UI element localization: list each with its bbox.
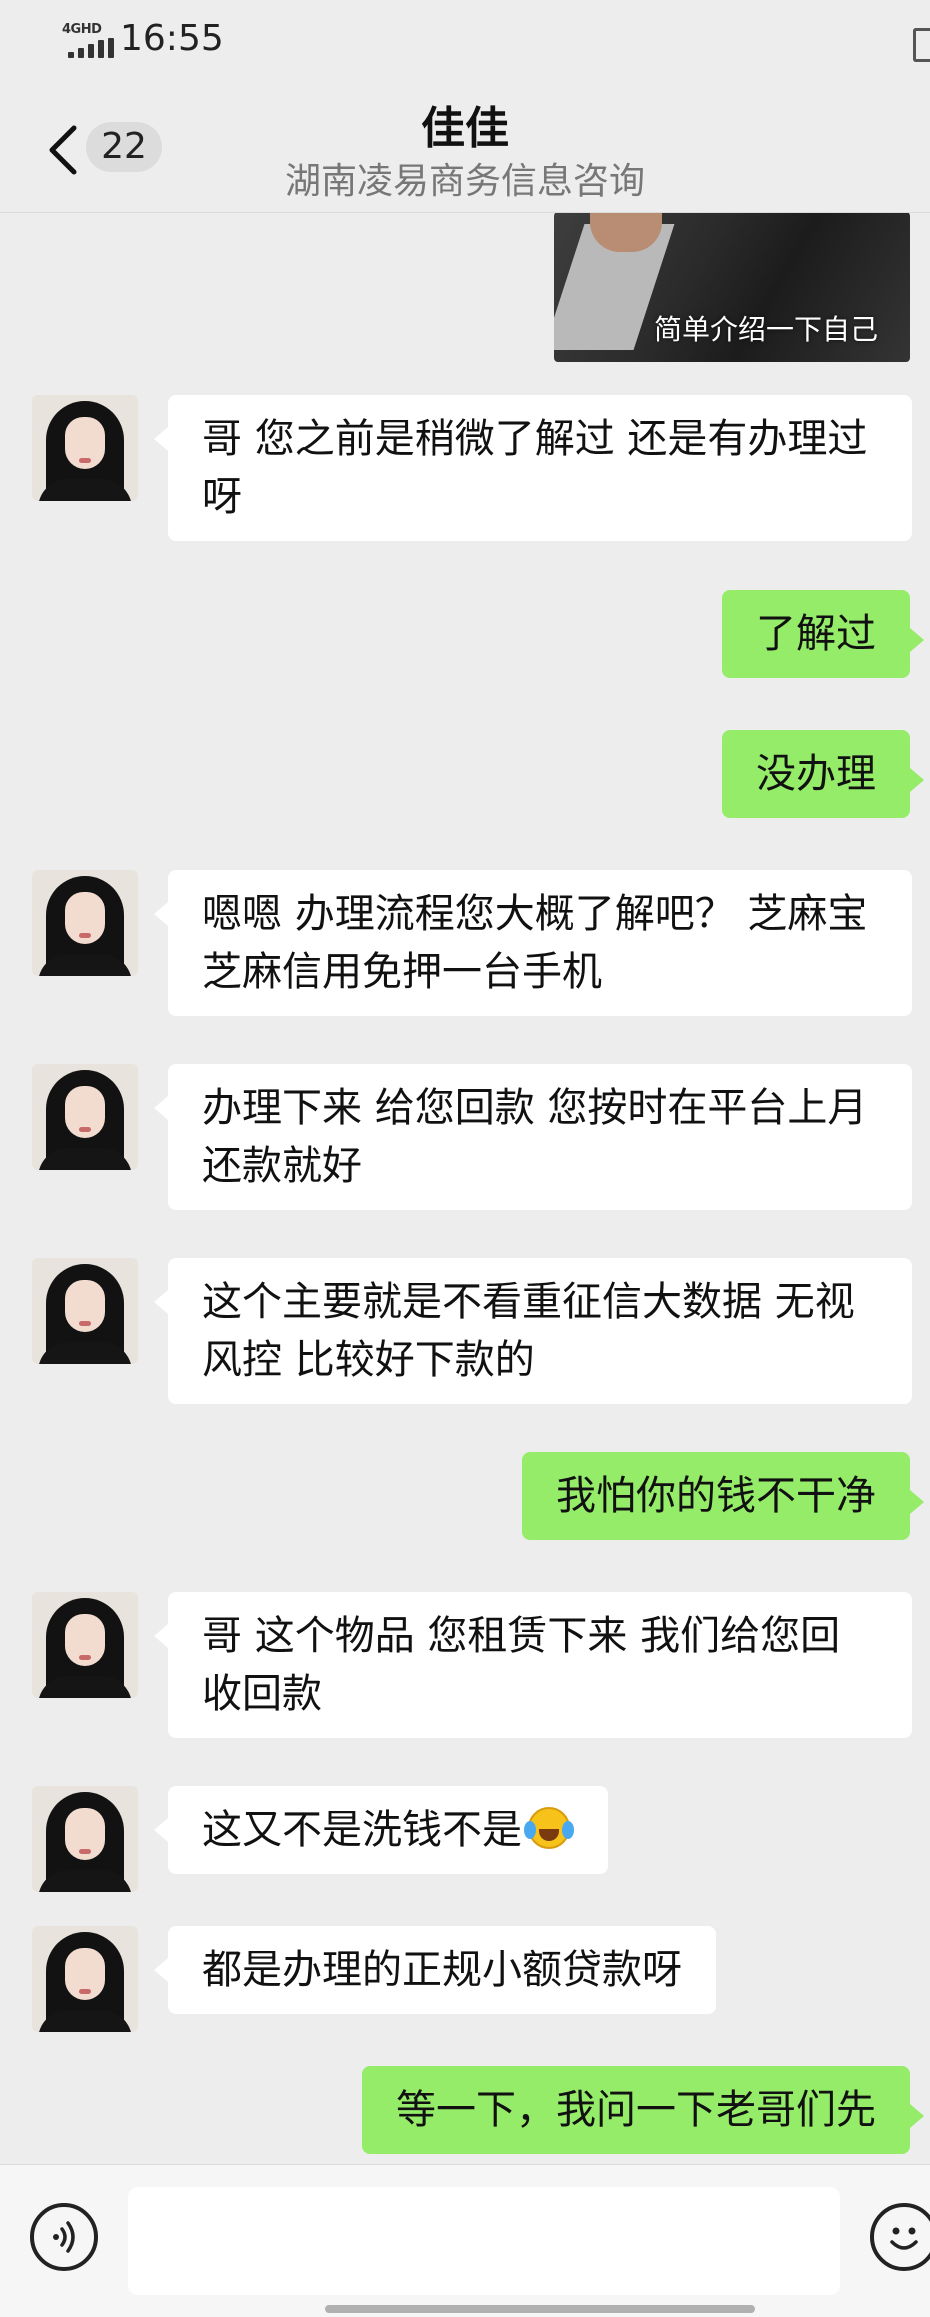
status-bar: 4GHD 16:55 — [0, 0, 930, 80]
avatar[interactable] — [32, 870, 138, 976]
network-type: 4GHD — [62, 22, 102, 37]
avatar[interactable] — [32, 1926, 138, 2032]
contact-name: 佳佳 — [421, 103, 509, 154]
outgoing-message[interactable]: 等一下，我问一下老哥们先 — [362, 2066, 924, 2154]
message-list[interactable]: 简单介绍一下自己 哥 您之前是稍微了解过 还是有办理过呀 了解过 没办理 嗯嗯 … — [0, 212, 930, 2164]
contact-company: 湖南凌易商务信息咨询 — [284, 161, 645, 202]
incoming-message[interactable]: 这又不是洗钱不是 — [154, 1786, 608, 1874]
avatar[interactable] — [32, 395, 138, 501]
message-input[interactable] — [128, 2187, 840, 2295]
incoming-message[interactable]: 都是办理的正规小额贷款呀 — [154, 1926, 716, 2014]
incoming-message[interactable]: 哥 您之前是稍微了解过 还是有办理过呀 — [154, 395, 912, 541]
tears-of-joy-emoji-icon — [524, 1805, 574, 1851]
chat-header: 22 佳佳 湖南凌易商务信息咨询 — [0, 80, 930, 213]
photo-caption: 简单介绍一下自己 — [653, 313, 878, 346]
vibrate-icon — [913, 28, 930, 62]
incoming-message[interactable]: 哥 这个物品 您租赁下来 我们给您回收回款 — [154, 1592, 912, 1738]
incoming-message[interactable]: 办理下来 给您回款 您按时在平台上月还款就好 — [154, 1064, 912, 1210]
home-indicator[interactable] — [325, 2305, 755, 2313]
status-time: 16:55 — [120, 18, 224, 59]
avatar[interactable] — [32, 1592, 138, 1698]
outgoing-message[interactable]: 我怕你的钱不干净 — [522, 1452, 924, 1540]
message-text: 这又不是洗钱不是 — [202, 1807, 522, 1853]
avatar[interactable] — [32, 1064, 138, 1170]
input-bar — [0, 2164, 930, 2317]
outgoing-message[interactable]: 了解过 — [722, 590, 924, 678]
image-message[interactable]: 简单介绍一下自己 — [554, 212, 910, 362]
incoming-message[interactable]: 这个主要就是不看重征信大数据 无视风控 比较好下款的 — [154, 1258, 912, 1404]
avatar[interactable] — [32, 1786, 138, 1892]
incoming-message[interactable]: 嗯嗯 办理流程您大概了解吧？ 芝麻宝芝麻信用免押一台手机 — [154, 870, 912, 1016]
avatar[interactable] — [32, 1258, 138, 1364]
signal-icon: 4GHD — [62, 22, 114, 58]
outgoing-message[interactable]: 没办理 — [722, 730, 924, 818]
voice-icon[interactable] — [30, 2203, 98, 2271]
emoji-icon[interactable] — [870, 2203, 930, 2271]
